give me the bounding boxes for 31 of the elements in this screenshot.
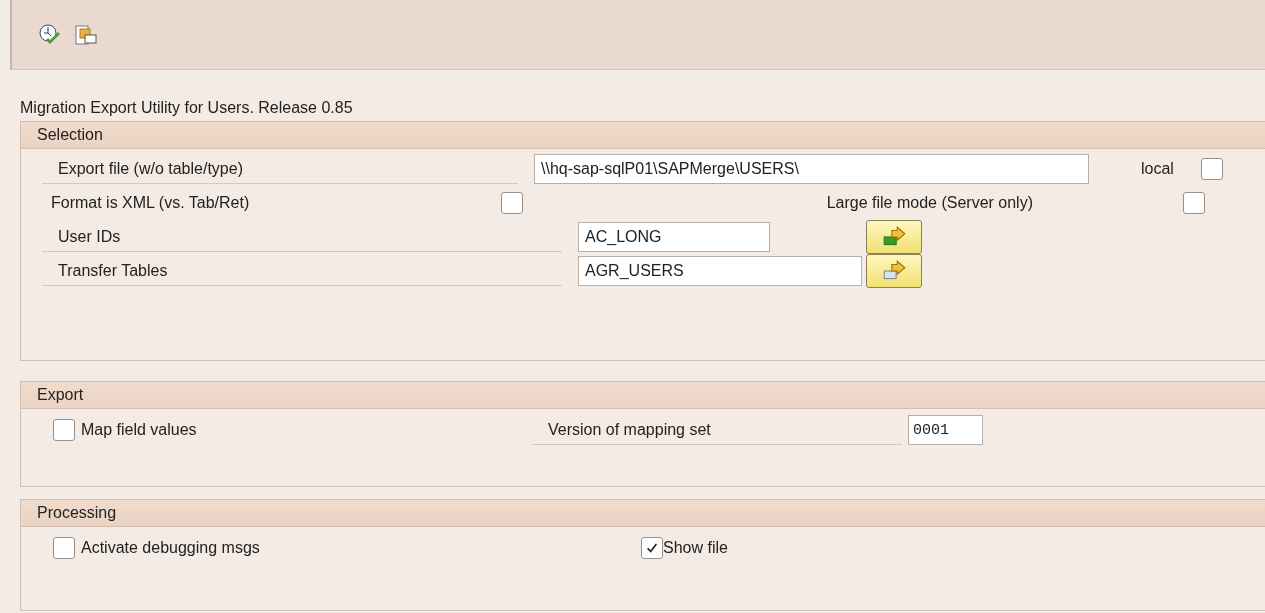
checkbox-label: Format is XML (vs. Tab/Ret)	[50, 193, 251, 213]
check-mark-icon	[645, 541, 659, 555]
input-field[interactable]: 0001	[908, 415, 983, 445]
checkbox-label: Show file	[663, 538, 728, 558]
input-field[interactable]: AGR_USERS	[578, 256, 862, 286]
field-label: Transfer Tables	[42, 256, 562, 286]
multiple-selection-button[interactable]	[866, 254, 922, 288]
checkbox[interactable]	[1183, 192, 1205, 214]
group-title: Export	[21, 382, 1265, 409]
program-title: Migration Export Utility for Users. Release 0.85	[20, 98, 354, 118]
field-label: User IDs	[42, 222, 562, 252]
field-label: Export file (w/o table/type)	[42, 154, 518, 184]
arrow-icon	[881, 226, 907, 248]
field-label: Version of mapping set	[532, 415, 902, 445]
execute-icon[interactable]	[38, 22, 62, 47]
checkbox[interactable]	[53, 419, 75, 441]
checkbox-label: Large file mode (Server only)	[825, 193, 1033, 213]
checkbox[interactable]	[641, 537, 663, 559]
checkbox[interactable]	[53, 537, 75, 559]
checkbox[interactable]	[1201, 158, 1223, 180]
multiple-selection-button[interactable]	[866, 220, 922, 254]
input-field[interactable]: AC_LONG	[578, 222, 770, 252]
checkbox-label: local	[1141, 159, 1175, 179]
input-field[interactable]: \\hq-sap-sqlP01\SAPMerge\USERS\	[534, 154, 1089, 184]
arrow-icon	[881, 260, 907, 282]
checkbox-label: Activate debugging msgs	[80, 538, 261, 558]
group-title: Selection	[21, 122, 1265, 149]
checkbox-label: Map field values	[80, 420, 198, 440]
checkbox[interactable]	[501, 192, 523, 214]
group-title: Processing	[21, 500, 1265, 527]
copy-windows-icon[interactable]	[74, 22, 98, 47]
